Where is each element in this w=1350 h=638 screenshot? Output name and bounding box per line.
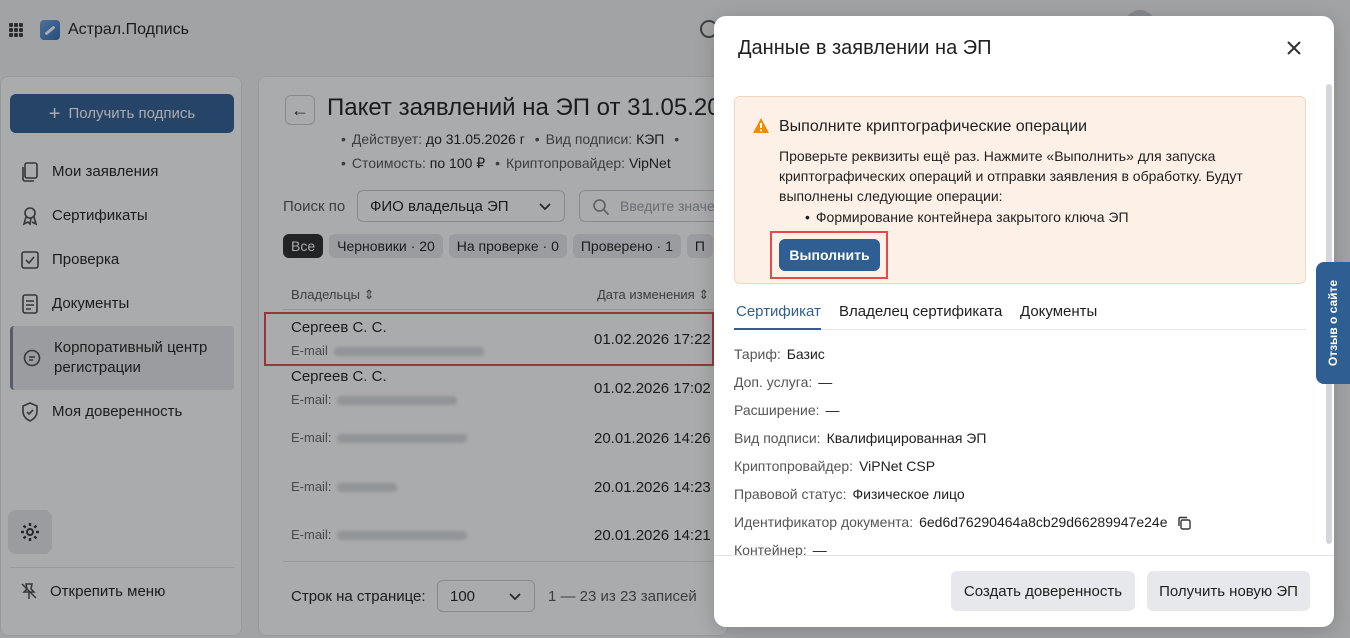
application-data-modal: Данные в заявлении на ЭП Выполните крипт… — [714, 16, 1334, 627]
crypto-operations-alert: Выполните криптографические операции Про… — [734, 96, 1306, 284]
get-new-signature-button[interactable]: Получить новую ЭП — [1147, 571, 1310, 611]
feedback-tab[interactable]: Отзыв о сайте — [1316, 262, 1350, 384]
warning-icon — [753, 118, 769, 133]
field-document-id: Идентификатор документа: 6ed6d76290464a8c… — [734, 514, 1192, 530]
tab-certificate[interactable]: Сертификат — [736, 303, 821, 320]
field-legal-status: Правовой статус: Физическое лицо — [734, 486, 965, 502]
create-proxy-button[interactable]: Создать доверенность — [951, 571, 1135, 611]
tab-documents[interactable]: Документы — [1020, 303, 1097, 320]
field-extension: Расширение: — — [734, 402, 840, 418]
alert-title: Выполните криптографические операции — [779, 118, 1088, 135]
tab-certificate-owner[interactable]: Владелец сертификата — [839, 303, 1002, 320]
modal-footer-divider — [714, 555, 1334, 556]
feedback-label: Отзыв о сайте — [1326, 279, 1341, 367]
field-crypto-provider: Криптопровайдер: ViPNet CSP — [734, 458, 936, 474]
field-tariff: Тариф: Базис — [734, 346, 825, 362]
alert-text: Проверьте реквизиты ещё раз. Нажмите «Вы… — [779, 148, 1243, 204]
modal-title: Данные в заявлении на ЭП — [738, 37, 992, 59]
field-sign-type: Вид подписи: Квалифицированная ЭП — [734, 430, 987, 446]
close-icon[interactable] — [1284, 38, 1304, 58]
copy-icon[interactable] — [1177, 516, 1192, 530]
modal-tabs: Сертификат Владелец сертификата Документ… — [734, 300, 1306, 330]
active-tab-indicator — [734, 328, 821, 330]
field-extra-service: Доп. услуга: — — [734, 374, 833, 390]
alert-bullet: Формирование контейнера закрытого ключа … — [805, 209, 1129, 225]
execute-button[interactable]: Выполнить — [779, 239, 880, 271]
